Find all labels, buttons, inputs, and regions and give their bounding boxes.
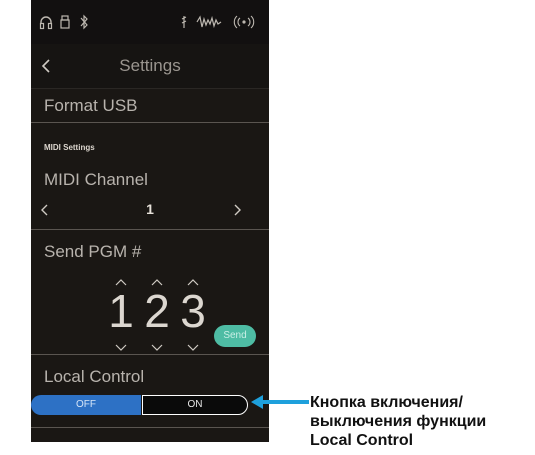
send-pgm-label: Send PGM # bbox=[44, 242, 142, 261]
wireless-icon bbox=[233, 14, 255, 30]
midi-channel-label: MIDI Channel bbox=[44, 170, 148, 189]
nav-bar: Settings bbox=[31, 44, 269, 89]
local-control-label: Local Control bbox=[44, 367, 145, 386]
midi-channel-selector: 1 bbox=[31, 198, 269, 224]
pgm-digit-value: 1 bbox=[108, 285, 134, 337]
status-bar bbox=[31, 0, 269, 44]
chevron-right-icon[interactable] bbox=[231, 202, 243, 218]
annotation-callout: Кнопка включения/ выключения функции Loc… bbox=[310, 393, 535, 450]
chevron-down-icon[interactable] bbox=[149, 340, 165, 351]
page-title: Settings bbox=[119, 56, 181, 75]
annotation-line: выключения функции bbox=[310, 413, 487, 430]
annotation-line: Local Control bbox=[310, 432, 414, 449]
local-control-toggle: OFF ON bbox=[31, 395, 248, 415]
pgm-digit-value: 3 bbox=[180, 285, 206, 337]
pgm-digit-3: 3 bbox=[173, 268, 213, 358]
local-control-on-button[interactable]: ON bbox=[142, 395, 248, 415]
divider bbox=[31, 122, 269, 123]
pgm-digit-2: 2 bbox=[137, 268, 177, 358]
send-button[interactable]: Send bbox=[214, 325, 256, 347]
wave-icon bbox=[196, 14, 222, 30]
divider bbox=[31, 354, 269, 355]
local-control-off-button[interactable]: OFF bbox=[31, 395, 141, 415]
bluetooth-icon bbox=[79, 14, 89, 30]
section-header-midi: MIDI Settings bbox=[44, 143, 95, 152]
chevron-up-icon[interactable] bbox=[149, 274, 165, 286]
divider bbox=[31, 427, 269, 428]
chevron-down-icon[interactable] bbox=[113, 340, 129, 351]
annotation-arrow-icon bbox=[251, 395, 309, 409]
audio-icon bbox=[179, 14, 189, 30]
annotation-line: Кнопка включения/ bbox=[310, 394, 463, 411]
device-screen: Settings Format USB MIDI Settings MIDI C… bbox=[31, 0, 269, 442]
format-usb-item[interactable]: Format USB bbox=[44, 96, 138, 116]
pgm-digit-1: 1 bbox=[101, 268, 141, 358]
headphones-icon bbox=[39, 14, 53, 30]
chevron-down-icon[interactable] bbox=[185, 340, 201, 351]
chevron-up-icon[interactable] bbox=[113, 274, 129, 286]
usb-icon bbox=[60, 14, 70, 30]
chevron-up-icon[interactable] bbox=[185, 274, 201, 286]
divider bbox=[31, 229, 269, 230]
pgm-digit-value: 2 bbox=[144, 285, 170, 337]
